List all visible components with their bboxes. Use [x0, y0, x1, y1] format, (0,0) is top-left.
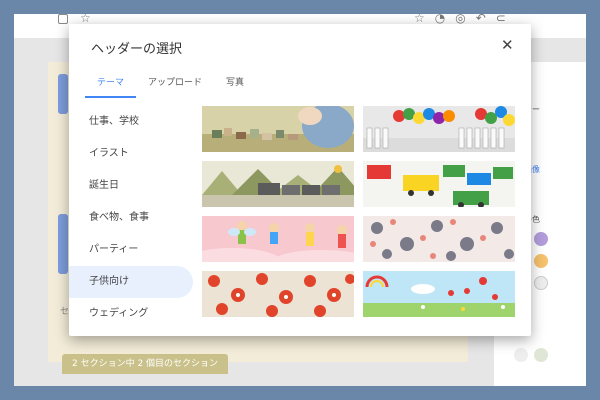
category-work-school[interactable]: 仕事、学校 [69, 106, 193, 138]
thumbnail-red-flowers[interactable] [202, 271, 354, 317]
section-indicator [58, 74, 68, 114]
background-partial-label: セ [60, 307, 70, 317]
close-icon[interactable]: ✕ [501, 36, 514, 54]
section-indicator [58, 214, 68, 274]
header-selection-dialog: ヘッダーの選択 ✕ テーマ アップロード 写真 仕事、学校 イラスト 誕生日 食… [69, 24, 531, 336]
thumbnail-balloons[interactable] [363, 106, 515, 152]
tab-theme[interactable]: テーマ [85, 74, 137, 98]
check-icon[interactable] [514, 348, 528, 362]
thumbnail-gray-flowers[interactable] [363, 216, 515, 262]
category-illustration[interactable]: イラスト [69, 138, 193, 170]
thumbnail-cars[interactable] [363, 161, 515, 207]
color-swatch[interactable] [534, 348, 548, 362]
color-swatch[interactable] [534, 232, 548, 246]
tab-upload[interactable]: アップロード [136, 74, 214, 98]
category-birthday[interactable]: 誕生日 [69, 170, 193, 202]
thumbnail-train[interactable] [202, 161, 354, 207]
tab-bar: テーマ アップロード 写真 [85, 74, 256, 98]
tab-photos[interactable]: 写真 [214, 74, 256, 98]
section-badge: 2 セクション中 2 個目のセクション [62, 354, 229, 374]
thumbnail-fairies[interactable] [202, 216, 354, 262]
category-wedding[interactable]: ウェディング [69, 298, 193, 330]
category-party[interactable]: パーティー [69, 234, 193, 266]
category-list: 仕事、学校 イラスト 誕生日 食べ物、食事 パーティー 子供向け ウェディング [69, 106, 193, 330]
category-food[interactable]: 食べ物、食事 [69, 202, 193, 234]
dialog-title: ヘッダーの選択 [91, 42, 183, 57]
color-swatch[interactable] [534, 254, 548, 268]
add-color-icon[interactable] [534, 276, 548, 290]
checkbox-icon [58, 14, 68, 24]
category-kids[interactable]: 子供向け [69, 266, 193, 298]
thumbnail-toy-blocks[interactable] [202, 106, 354, 152]
thumbnail-ladybugs[interactable] [363, 271, 515, 317]
